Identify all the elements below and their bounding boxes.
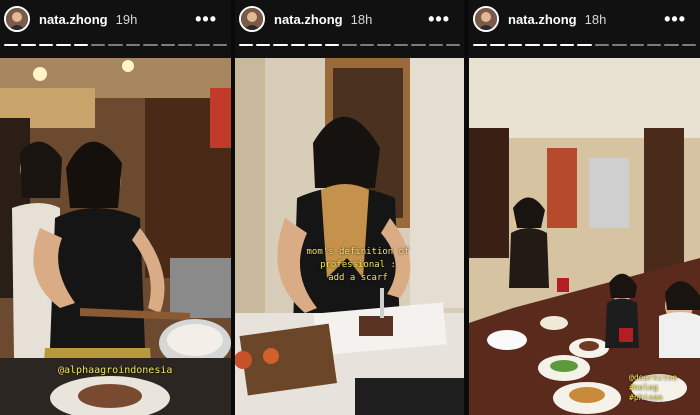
- progress-segment: [612, 44, 627, 46]
- story-photo-cutting: [235, 58, 464, 415]
- progress-segment: [177, 44, 193, 46]
- progress-segment: [90, 44, 106, 46]
- progress-segment: [239, 44, 254, 46]
- progress-segment: [507, 44, 523, 46]
- timestamp: 18h: [584, 11, 607, 27]
- progress-segment: [664, 44, 679, 46]
- progress-segment: [325, 44, 340, 46]
- timestamp: 19h: [115, 11, 138, 27]
- progress-segment: [56, 44, 71, 46]
- progress-segment: [577, 44, 592, 46]
- mention-line-3[interactable]: #phiseo: [629, 393, 677, 403]
- progress-segment: [4, 44, 19, 46]
- progress-segment: [38, 44, 54, 46]
- progress-segment: [428, 44, 443, 46]
- progress-segment: [411, 44, 426, 46]
- avatar[interactable]: [473, 6, 499, 32]
- story-progress-bar: [4, 44, 228, 46]
- progress-segment: [307, 44, 323, 46]
- progress-segment: [195, 44, 210, 46]
- story-caption: mom's definition of professional : add a…: [273, 246, 443, 285]
- progress-segment: [21, 44, 36, 46]
- progress-segment: [290, 44, 305, 46]
- progress-segment: [256, 44, 271, 46]
- progress-segment: [342, 44, 357, 46]
- story-progress-bar: [473, 44, 697, 46]
- progress-segment: [143, 44, 158, 46]
- more-options-icon[interactable]: •••: [195, 10, 217, 28]
- progress-segment: [681, 44, 697, 46]
- story-header: nata.zhong 18h •••: [235, 0, 464, 38]
- more-options-icon[interactable]: •••: [428, 10, 450, 28]
- progress-segment: [646, 44, 662, 46]
- progress-segment: [559, 44, 575, 46]
- mention-line-2[interactable]: #nolog: [629, 383, 677, 393]
- story-panel-1[interactable]: nata.zhong 19h ••• @alphaagroindonesia: [0, 0, 231, 415]
- progress-segment: [108, 44, 123, 46]
- story-photo-kitchen: [0, 58, 231, 415]
- timestamp: 18h: [350, 11, 373, 27]
- progress-segment: [125, 44, 141, 46]
- story-mention-tag[interactable]: @alphaagroindonesia: [58, 365, 172, 376]
- progress-segment: [394, 44, 409, 46]
- more-options-icon[interactable]: •••: [664, 10, 686, 28]
- progress-segment: [359, 44, 374, 46]
- progress-segment: [594, 44, 610, 46]
- story-header: nata.zhong 18h •••: [469, 0, 700, 38]
- progress-segment: [376, 44, 392, 46]
- progress-segment: [73, 44, 88, 46]
- username[interactable]: nata.zhong: [274, 12, 343, 27]
- story-progress-bar: [239, 44, 461, 46]
- story-photo-dinner: [469, 58, 700, 415]
- caption-line-1: mom's definition of professional :: [306, 247, 410, 270]
- story-panel-3[interactable]: nata.zhong 18h ••• @dearkitoe #nolog #ph…: [469, 0, 700, 415]
- username[interactable]: nata.zhong: [39, 12, 108, 27]
- progress-segment: [273, 44, 288, 46]
- progress-segment: [445, 44, 461, 46]
- story-panel-2[interactable]: nata.zhong 18h ••• mom's definition of p…: [235, 0, 464, 415]
- progress-segment: [490, 44, 505, 46]
- progress-segment: [473, 44, 488, 46]
- caption-line-2: add a scarf: [328, 273, 388, 283]
- progress-segment: [542, 44, 557, 46]
- avatar[interactable]: [4, 6, 30, 32]
- progress-segment: [525, 44, 540, 46]
- story-header: nata.zhong 19h •••: [0, 0, 231, 38]
- progress-segment: [629, 44, 644, 46]
- avatar[interactable]: [239, 6, 265, 32]
- progress-segment: [160, 44, 175, 46]
- mention-line-1[interactable]: @dearkitoe: [629, 373, 677, 383]
- progress-segment: [212, 44, 228, 46]
- username[interactable]: nata.zhong: [508, 12, 577, 27]
- story-mention-tag[interactable]: @dearkitoe #nolog #phiseo: [629, 373, 677, 403]
